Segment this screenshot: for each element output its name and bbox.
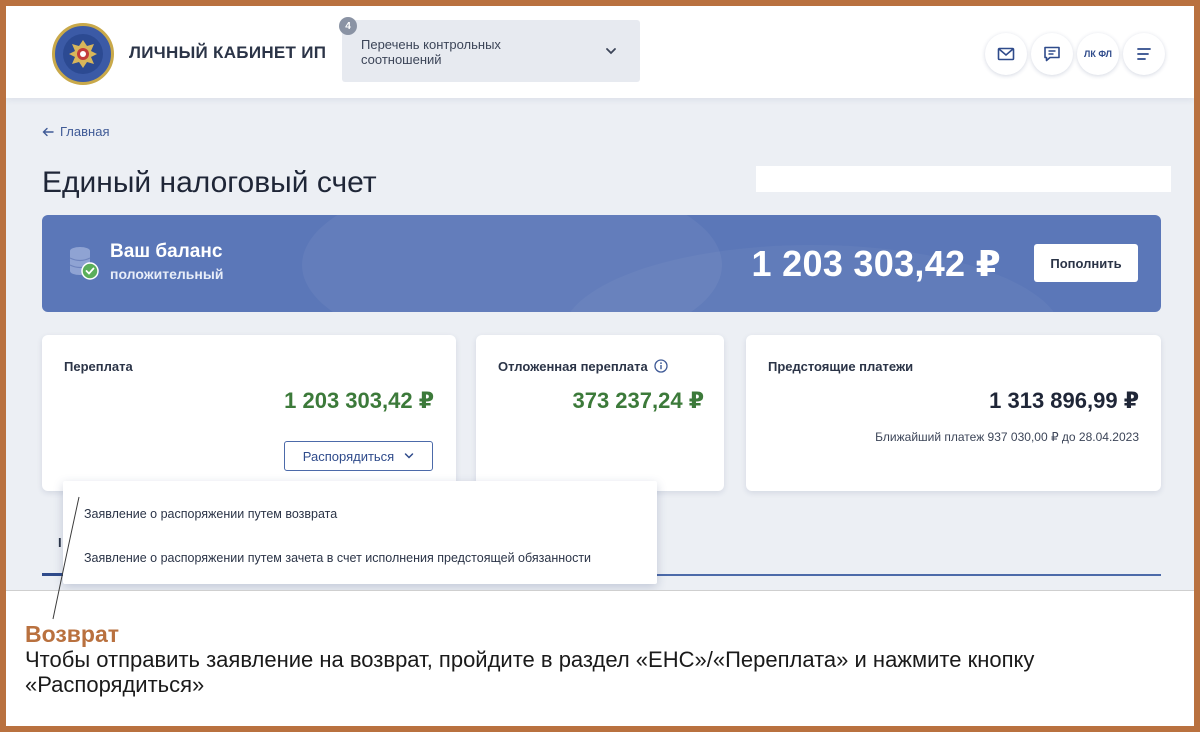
menu-item-refund[interactable]: Заявление о распоряжении путем возврата: [84, 507, 337, 521]
redacted-area: [756, 166, 1171, 192]
coins-check-icon: [69, 247, 99, 280]
topup-button[interactable]: Пополнить: [1034, 244, 1138, 282]
page-title: Единый налоговый счет: [42, 166, 377, 199]
balance-amount: 1 203 303,42 ₽: [751, 243, 1001, 284]
balance-banner: Ваш баланс положительный 1 203 303,42 ₽ …: [42, 215, 1161, 312]
chat-button[interactable]: [1031, 33, 1073, 75]
card-title: Отложенная переплата: [498, 359, 668, 374]
manage-button-label: Распорядиться: [302, 448, 395, 464]
app-header: ЛИЧНЫЙ КАБИНЕТ ИП 4 Перечень контрольных…: [6, 6, 1194, 98]
eagle-emblem-icon: [63, 34, 103, 74]
chevron-down-icon: [404, 453, 414, 459]
back-link-label: Главная: [60, 124, 110, 139]
upcoming-payments-card: Предстоящие платежи 1 313 896,99 ₽ Ближа…: [746, 335, 1161, 491]
arrow-left-icon: [42, 127, 54, 136]
hamburger-icon: [1137, 48, 1151, 60]
lk-fl-label: ЛК ФЛ: [1084, 49, 1112, 59]
chevron-down-icon: [606, 48, 616, 55]
control-ratios-dropdown[interactable]: 4 Перечень контрольных соотношений: [339, 17, 640, 82]
next-payment-note: Ближайший платеж 937 030,00 ₽ до 28.04.2…: [875, 430, 1139, 444]
balance-status: положительный: [110, 266, 224, 282]
overpayment-card: Переплата 1 203 303,42 ₽ Распорядиться: [42, 335, 456, 491]
tab-fragment[interactable]: I: [58, 535, 62, 550]
mail-icon: [997, 47, 1015, 61]
caption-panel: Возврат Чтобы отправить заявление на воз…: [6, 590, 1194, 726]
app-brand: ЛИЧНЫЙ КАБИНЕТ ИП: [129, 43, 327, 62]
fns-logo[interactable]: [52, 23, 114, 85]
screenshot-frame: ЛИЧНЫЙ КАБИНЕТ ИП 4 Перечень контрольных…: [6, 6, 1194, 726]
count-badge: 4: [339, 17, 357, 35]
manage-dropdown-menu: Заявление о распоряжении путем возврата …: [63, 481, 657, 584]
overpayment-amount: 1 203 303,42 ₽: [284, 388, 434, 413]
chat-icon: [1044, 46, 1060, 62]
balance-title: Ваш баланс: [110, 241, 223, 262]
deferred-amount: 373 237,24 ₽: [572, 388, 704, 413]
card-title-text: Отложенная переплата: [498, 359, 648, 374]
personal-account-fl-button[interactable]: ЛК ФЛ: [1077, 33, 1119, 75]
caption-text: Чтобы отправить заявление на возврат, пр…: [25, 647, 1035, 697]
card-title: Предстоящие платежи: [768, 359, 914, 374]
info-icon[interactable]: [654, 359, 668, 373]
manage-button[interactable]: Распорядиться: [284, 441, 433, 471]
dropdown-label: Перечень контрольных соотношений: [361, 37, 501, 67]
menu-button[interactable]: [1123, 33, 1165, 75]
back-link[interactable]: Главная: [42, 124, 109, 139]
upcoming-amount: 1 313 896,99 ₽: [989, 388, 1139, 413]
messages-button[interactable]: [985, 33, 1027, 75]
menu-item-offset[interactable]: Заявление о распоряжении путем зачета в …: [84, 551, 591, 565]
card-title: Переплата: [64, 359, 133, 374]
caption-heading: Возврат: [25, 621, 120, 647]
deferred-overpayment-card: Отложенная переплата 373 237,24 ₽: [476, 335, 724, 491]
